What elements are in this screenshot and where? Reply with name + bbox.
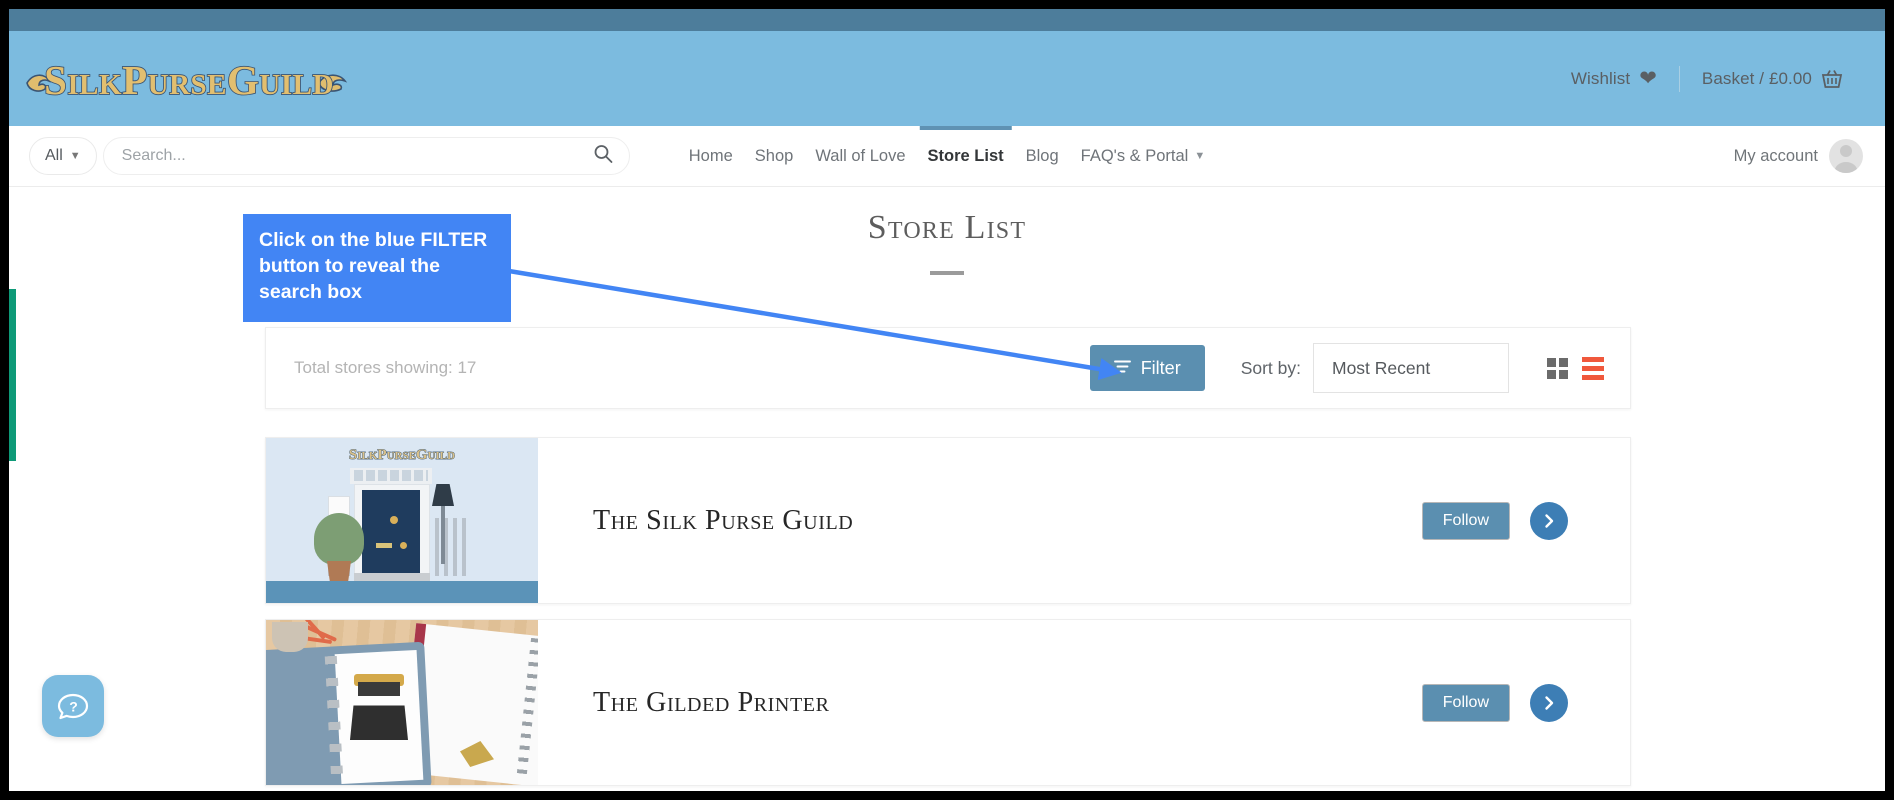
store-list-item[interactable]: The Gilded Printer Follow: [265, 619, 1631, 786]
store-list-toolbar: Total stores showing: 17 Filter Sort by:…: [265, 327, 1631, 409]
store-name[interactable]: The Silk Purse Guild: [538, 438, 1422, 603]
search-scope-label: All: [45, 147, 63, 164]
nav-item-store-list[interactable]: Store List: [919, 126, 1012, 186]
search-placeholder: Search...: [121, 147, 186, 164]
total-stores-label: Total stores showing: 17: [294, 358, 477, 377]
site-logo[interactable]: SilkPurseGuild: [19, 49, 359, 111]
nav-item-blog[interactable]: Blog: [1022, 126, 1063, 186]
store-row-actions: Follow: [1421, 438, 1630, 603]
search-input[interactable]: Search...: [102, 137, 630, 175]
search-scope-dropdown[interactable]: All ▼: [29, 137, 97, 175]
nav-item-faqs-portal[interactable]: FAQ's & Portal ▼: [1077, 126, 1210, 186]
site-masthead: SilkPurseGuild Wishlist ❤ Basket / £0.00: [9, 31, 1885, 126]
nav-label: FAQ's & Portal: [1080, 146, 1189, 165]
search-bar: All ▼ Search...: [29, 137, 630, 175]
store-row-actions: Follow: [1421, 620, 1630, 785]
store-thumbnail[interactable]: SilkPurseGuild: [266, 438, 538, 603]
store-thumbnail[interactable]: [266, 620, 538, 785]
masthead-utility-links: Wishlist ❤ Basket / £0.00: [1549, 31, 1865, 126]
wishlist-label: Wishlist: [1570, 68, 1631, 88]
nav-item-wall-of-love[interactable]: Wall of Love: [811, 126, 909, 186]
sort-select[interactable]: Most Recent: [1313, 343, 1509, 393]
wishlist-link[interactable]: Wishlist ❤: [1549, 68, 1679, 89]
annotation-callout: Click on the blue FILTER button to revea…: [243, 214, 511, 322]
store-name[interactable]: The Gilded Printer: [538, 620, 1422, 785]
svg-text:SilkPurseGuild: SilkPurseGuild: [349, 447, 455, 463]
chevron-down-icon: ▼: [69, 150, 81, 162]
chevron-right-icon: [1545, 695, 1554, 710]
nav-item-home[interactable]: Home: [685, 126, 737, 186]
silk-purse-guild-logo-icon: SilkPurseGuild: [26, 56, 348, 104]
my-account-link[interactable]: My account: [1734, 126, 1863, 186]
basket-icon: [1821, 69, 1843, 89]
basket-label: Basket / £0.00: [1701, 68, 1812, 88]
question-chat-icon: ?: [57, 693, 89, 720]
grid-view-icon[interactable]: [1547, 357, 1568, 379]
title-divider: [930, 271, 964, 275]
sort-select-value: Most Recent: [1332, 357, 1431, 378]
basket-link[interactable]: Basket / £0.00: [1680, 69, 1865, 89]
my-account-label: My account: [1733, 146, 1818, 165]
browser-viewport: SilkPurseGuild Wishlist ❤ Basket / £0.00: [9, 9, 1885, 791]
svg-text:?: ?: [69, 699, 78, 715]
chevron-down-icon: ▼: [1194, 150, 1206, 162]
nav-label: Shop: [754, 146, 794, 165]
main-navbar: All ▼ Search... Home Shop Wall of Love S…: [9, 126, 1885, 187]
follow-button[interactable]: Follow: [1421, 683, 1510, 722]
nav-label: Wall of Love: [815, 146, 906, 165]
heart-icon: ❤: [1639, 67, 1657, 90]
svg-text:SilkPurseGuild: SilkPurseGuild: [44, 57, 334, 103]
visit-store-button[interactable]: [1530, 501, 1568, 540]
nav-item-shop[interactable]: Shop: [751, 126, 798, 186]
primary-nav: Home Shop Wall of Love Store List Blog F…: [685, 126, 1209, 186]
sort-by-label: Sort by:: [1240, 357, 1301, 378]
photo-binder-typewriter-print: [266, 620, 538, 785]
visit-store-button[interactable]: [1530, 683, 1568, 722]
side-tab-widget[interactable]: [9, 289, 16, 461]
chevron-right-icon: [1545, 513, 1554, 528]
nav-label: Store List: [927, 146, 1004, 165]
illustration-blue-front-door: SilkPurseGuild: [266, 438, 538, 603]
search-icon[interactable]: [593, 144, 613, 169]
list-view-icon[interactable]: [1582, 356, 1604, 380]
screenshot-frame: SilkPurseGuild Wishlist ❤ Basket / £0.00: [0, 0, 1894, 800]
view-mode-switch: [1547, 356, 1604, 380]
filter-button-label: Filter: [1140, 357, 1181, 378]
browser-chrome-strip: [9, 9, 1885, 31]
filter-button[interactable]: Filter: [1089, 345, 1205, 391]
follow-button[interactable]: Follow: [1421, 501, 1510, 540]
store-list-item[interactable]: SilkPurseGuild The Silk Purse Guild Foll…: [265, 437, 1631, 604]
funnel-icon: [1113, 358, 1131, 379]
help-chat-button[interactable]: ?: [42, 675, 104, 737]
toolbar-controls: Filter Sort by: Most Recent: [1089, 343, 1604, 393]
nav-label: Blog: [1025, 146, 1059, 165]
avatar: [1829, 139, 1863, 173]
nav-label: Home: [688, 146, 733, 165]
